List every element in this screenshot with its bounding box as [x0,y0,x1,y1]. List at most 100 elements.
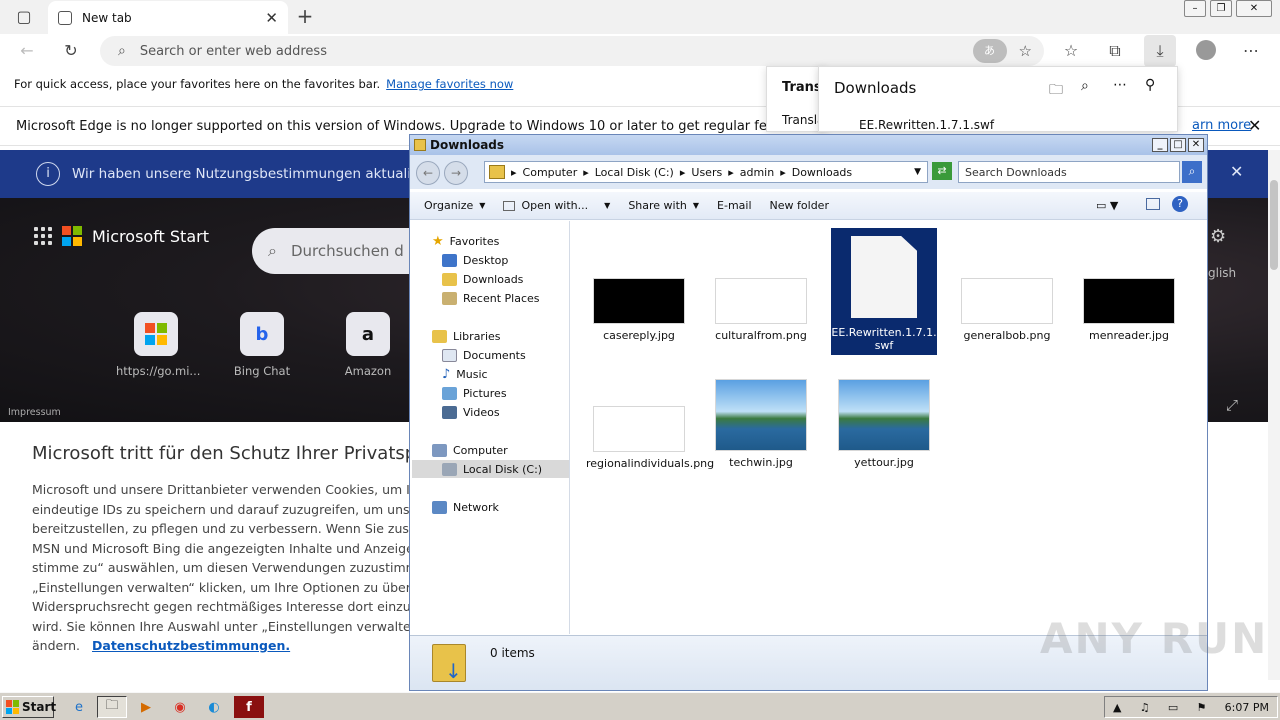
new-folder-button[interactable]: New folder [770,199,829,212]
refresh-icon[interactable]: ↻ [60,40,82,62]
chrome-icon[interactable]: ◉ [165,696,195,718]
nav-favorites[interactable]: ★ Favorites [432,232,499,250]
flash-player-icon[interactable]: f [234,696,264,718]
file-item[interactable]: culturalfrom.png [708,278,814,342]
breadcrumb-item[interactable]: admin [740,166,774,179]
add-favorite-icon[interactable]: ☆ [1019,42,1032,60]
flag-icon[interactable]: ⚑ [1197,701,1207,714]
search-icon[interactable]: ⌕ [1081,78,1089,94]
nav-libraries[interactable]: Libraries [432,327,501,345]
file-item-selected[interactable]: EE.Rewritten.1.7.1.swf [831,228,937,355]
nav-computer[interactable]: Computer [432,441,508,459]
nav-documents[interactable]: Documents [442,346,526,364]
clock[interactable]: 6:07 PM [1225,701,1269,714]
new-tab-button[interactable]: + [294,5,316,27]
more-icon[interactable]: ⋯ [1113,77,1127,93]
close-window-button[interactable]: ✕ [1236,0,1272,17]
refresh-icon[interactable]: ⇄ [932,162,952,180]
breadcrumb-item[interactable]: Downloads [792,166,852,179]
search-icon[interactable]: ⌕ [1182,161,1202,183]
breadcrumb-item[interactable]: Computer [523,166,578,179]
edge-icon[interactable]: ◐ [199,696,229,718]
nav-pictures[interactable]: Pictures [442,384,507,402]
read-aloud-icon[interactable]: あ [972,39,1007,63]
collections-icon[interactable]: ⧉ [1104,40,1126,62]
organize-button[interactable]: Organize ▼ [424,199,485,212]
maximize-button[interactable]: ❐ [1210,0,1232,17]
more-options-icon[interactable]: ⋯ [1240,40,1262,62]
msn-search-box[interactable]: ⌕ Durchsuchen d [252,228,432,274]
breadcrumb-item[interactable]: Local Disk (C:) [595,166,674,179]
expand-icon[interactable]: ⤢ [1226,396,1238,414]
nav-music[interactable]: ♪ Music [442,365,488,383]
folder-icon [414,139,426,151]
network-icon [432,500,447,514]
preview-pane-icon[interactable] [1146,198,1160,210]
tab-actions-icon[interactable]: ▢ [13,6,35,28]
tray-expand-icon[interactable]: ▲ [1113,701,1121,714]
learn-more-link[interactable]: arn more [1192,118,1251,133]
explorer-titlebar[interactable]: Downloads [410,135,1207,155]
speaker-icon[interactable]: ♫ [1140,701,1150,714]
breadcrumb-item[interactable]: Users [691,166,722,179]
favorites-icon[interactable]: ☆ [1060,40,1082,62]
nav-videos[interactable]: Videos [442,403,500,421]
back-icon[interactable]: ← [16,40,38,62]
quicklink-amazon[interactable]: a Amazon [328,312,408,378]
quicklink-go-microsoft[interactable]: https://go.mi... [116,312,200,378]
start-button[interactable]: Start [2,696,57,718]
page-scrollbar[interactable] [1268,150,1280,680]
nav-network[interactable]: Network [432,498,499,516]
file-item[interactable]: regionalindividuals.png [586,406,714,470]
tab-new-tab[interactable]: New tab ✕ [48,1,288,34]
open-folder-icon[interactable]: 🗀 [1049,79,1063,103]
media-player-icon[interactable]: ▶ [131,696,161,718]
apps-grid-icon[interactable] [34,227,52,245]
file-item[interactable]: menreader.jpg [1076,278,1182,342]
breadcrumb[interactable]: ▸ Computer ▸ Local Disk (C:) ▸ Users ▸ a… [484,161,928,183]
close-infobar-icon[interactable]: ✕ [1248,116,1261,135]
forward-icon[interactable]: → [444,161,468,185]
settings-gear-icon[interactable]: ⚙ [1210,226,1226,247]
language-label[interactable]: glish [1208,266,1236,280]
manage-favorites-link[interactable]: Manage favorites now [386,77,513,91]
close-tab-icon[interactable]: ✕ [265,9,278,27]
explorer-search-input[interactable]: Search Downloads [958,161,1180,183]
open-with-button[interactable]: Open with... ▼ [503,199,610,212]
file-item[interactable]: yettour.jpg [831,379,937,469]
privacy-link[interactable]: Datenschutzbestimmungen. [92,638,290,653]
minimize-button[interactable]: – [1184,0,1206,17]
quicklink-bing-chat[interactable]: b Bing Chat [222,312,302,378]
network-tray-icon[interactable]: ▭ [1168,701,1178,714]
email-button[interactable]: E-mail [717,199,752,212]
explorer-close-button[interactable]: ✕ [1188,138,1204,152]
explorer-minimize-button[interactable]: _ [1152,138,1168,152]
pin-icon[interactable]: ⚲ [1145,77,1155,93]
favorites-hint: For quick access, place your favorites h… [14,77,381,91]
impressum-link[interactable]: Impressum [8,407,61,418]
download-item[interactable]: EE.Rewritten.1.7.1.swf [859,118,994,132]
explorer-maximize-button[interactable]: □ [1170,138,1186,152]
help-icon[interactable]: ? [1172,196,1188,212]
file-item[interactable]: generalbob.png [954,278,1060,342]
internet-explorer-icon[interactable]: e [64,696,94,718]
downloads-button[interactable]: ⤓ [1144,35,1176,67]
nav-local-disk[interactable]: Local Disk (C:) [412,460,569,478]
explorer-taskbar-icon[interactable]: 🗀 [97,696,127,718]
close-banner-icon[interactable]: ✕ [1230,162,1243,181]
address-bar[interactable]: ⌕ Search or enter web address あ ☆ [100,36,1044,66]
scroll-thumb[interactable] [1270,180,1278,270]
chevron-down-icon[interactable]: ▼ [914,167,921,177]
windows-logo-icon [6,700,19,714]
nav-recent-places[interactable]: Recent Places [442,289,540,307]
chevron-icon: ▸ [780,165,786,179]
share-with-button[interactable]: Share with ▼ [628,199,699,212]
back-icon[interactable]: ← [416,161,440,185]
view-options-icon[interactable]: ▭ ▼ [1096,199,1118,212]
file-item[interactable]: casereply.jpg [586,278,692,342]
file-item[interactable]: techwin.jpg [708,379,814,469]
start-label: Start [22,700,57,714]
profile-avatar[interactable] [1196,40,1216,60]
nav-downloads[interactable]: Downloads [442,270,523,288]
nav-desktop[interactable]: Desktop [442,251,508,269]
